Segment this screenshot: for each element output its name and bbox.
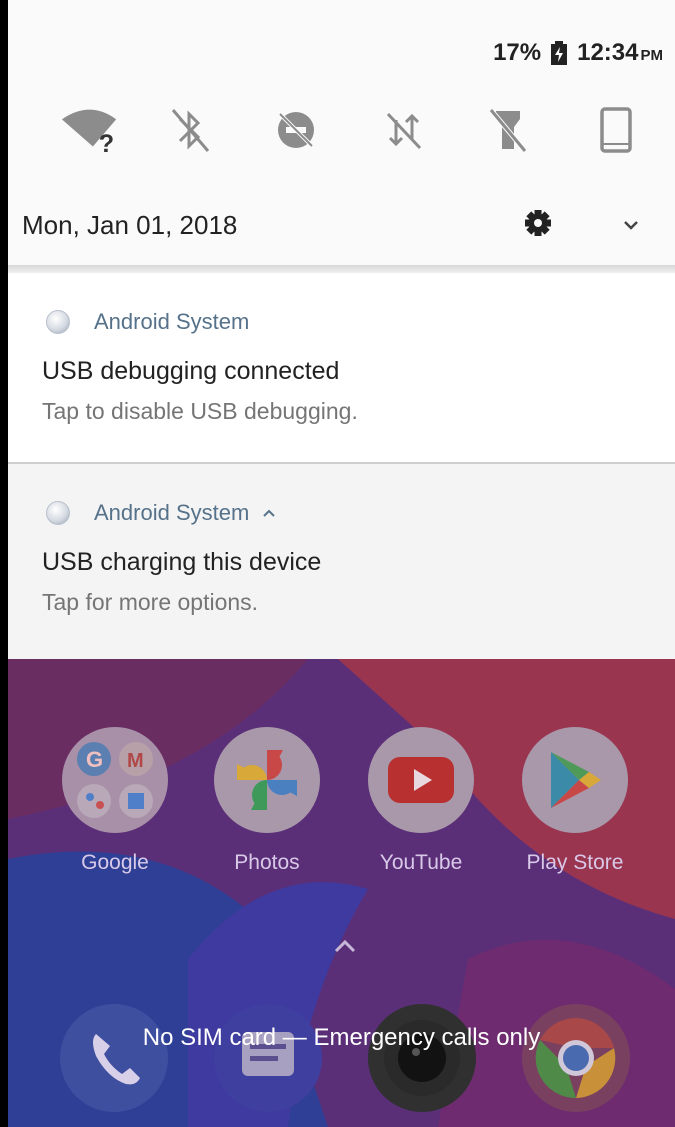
app-photos[interactable]: Photos <box>192 727 342 875</box>
wifi-tile[interactable]: ? <box>60 95 120 165</box>
svg-text:M: M <box>127 750 144 772</box>
auto-rotate-icon <box>600 107 632 153</box>
svg-text:?: ? <box>99 130 114 155</box>
app-play-store[interactable]: Play Store <box>500 727 650 875</box>
messages-icon[interactable] <box>214 1004 322 1112</box>
battery-percent: 17% <box>493 39 542 66</box>
settings-gear-icon[interactable] <box>520 205 556 241</box>
clock: 12:34 PM <box>577 39 663 66</box>
notification-usb-debugging[interactable]: Android System USB debugging connected T… <box>8 273 675 463</box>
home-screen-background: G M Google Photos YouTube Play Store No … <box>8 659 675 1127</box>
app-row: G M Google Photos YouTube Play Store <box>8 727 675 887</box>
app-google[interactable]: G M Google <box>40 727 190 875</box>
notification-app-name: Android System <box>94 309 250 334</box>
chrome-icon[interactable] <box>522 1004 630 1112</box>
notification-title: USB charging this device <box>42 548 322 576</box>
play-store-icon <box>522 727 628 833</box>
svg-text:G: G <box>86 747 103 772</box>
app-label: Photos <box>234 851 300 874</box>
camera-icon[interactable] <box>368 1004 476 1112</box>
photos-pinwheel-icon <box>214 727 320 833</box>
notification-app-name: Android System <box>94 500 250 525</box>
notification-usb-charging[interactable]: Android System USB charging this device … <box>8 464 675 659</box>
app-label: Play Store <box>526 851 624 874</box>
status-bar: 17% 12:34 PM <box>493 36 663 70</box>
app-drawer-up-arrow-icon[interactable] <box>328 931 362 961</box>
flashlight-tile[interactable] <box>478 95 538 165</box>
quick-settings-panel: 17% 12:34 PM ? Mon, Jan 01, 2018 <box>8 0 675 272</box>
bluetooth-off-icon <box>171 109 210 152</box>
do-not-disturb-off-icon <box>278 112 314 148</box>
notification-text: Tap for more options. <box>42 589 259 615</box>
notification-header: Android System <box>46 497 277 529</box>
phone-icon[interactable] <box>60 1004 168 1112</box>
youtube-icon <box>368 727 474 833</box>
dock <box>8 1004 675 1124</box>
expand-chevron-down-icon[interactable] <box>616 210 646 240</box>
collapse-chevron-up-icon[interactable] <box>261 505 277 521</box>
battery-charging-icon <box>551 41 568 65</box>
android-system-icon <box>46 310 70 334</box>
android-system-icon <box>46 501 70 525</box>
device-screen: 17% 12:34 PM ? Mon, Jan 01, 2018 Android… <box>8 0 675 1127</box>
mobile-data-tile[interactable] <box>374 95 434 165</box>
flashlight-off-icon <box>489 108 527 153</box>
notification-text: Tap to disable USB debugging. <box>42 398 358 424</box>
google-folder-icon: G M <box>62 727 168 833</box>
date-row: Mon, Jan 01, 2018 <box>8 190 675 260</box>
bluetooth-tile[interactable] <box>160 95 220 165</box>
wifi-unknown-icon: ? <box>61 109 117 155</box>
quick-settings-tiles: ? <box>8 95 675 165</box>
auto-rotate-tile[interactable] <box>586 95 646 165</box>
app-label: YouTube <box>379 851 463 874</box>
lock-screen-message: No SIM card — Emergency calls only <box>142 1024 541 1051</box>
mobile-data-off-icon <box>386 112 422 150</box>
notification-header: Android System <box>46 306 249 338</box>
notification-title: USB debugging connected <box>42 357 340 385</box>
app-youtube[interactable]: YouTube <box>346 727 496 875</box>
date-label: Mon, Jan 01, 2018 <box>22 210 238 240</box>
app-label: Google <box>81 851 149 874</box>
do-not-disturb-tile[interactable] <box>266 95 326 165</box>
